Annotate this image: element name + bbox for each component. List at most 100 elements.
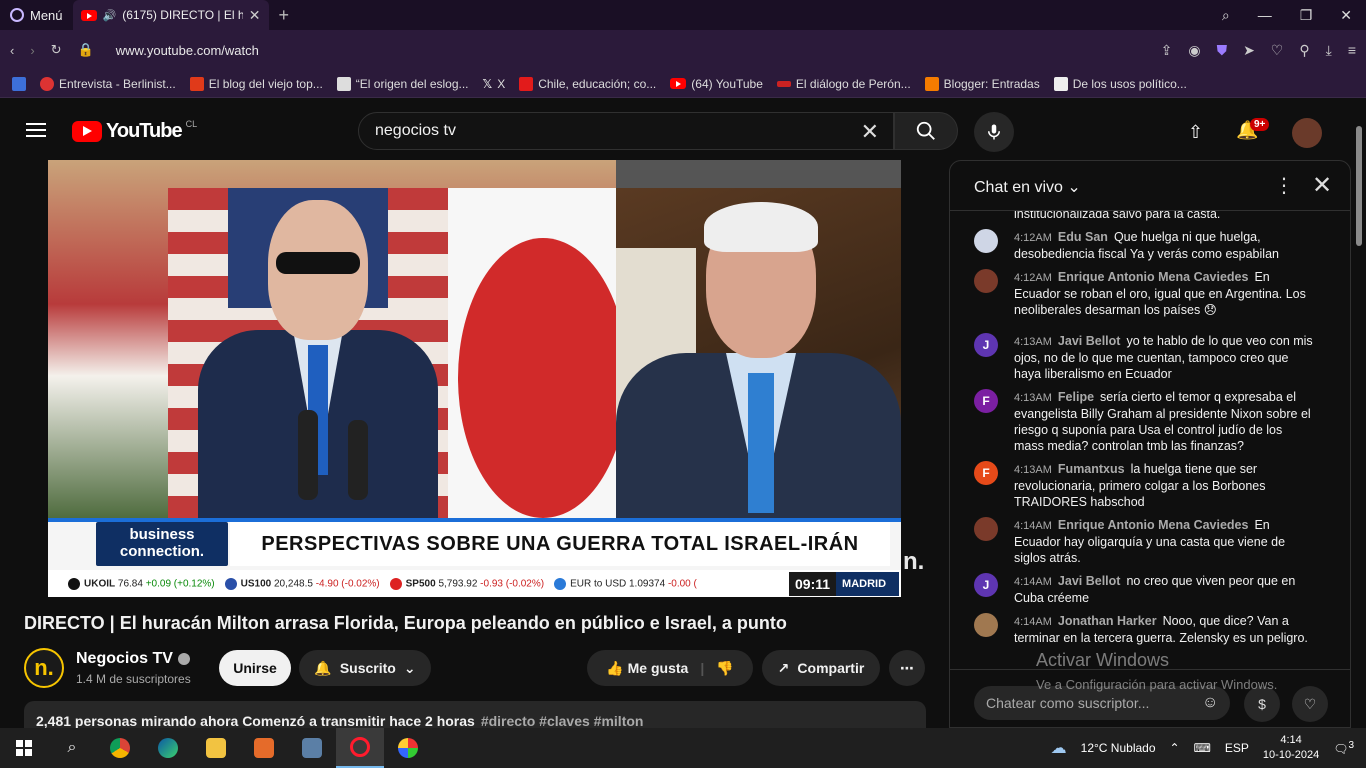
upload-icon[interactable]: ⇧ [1188,122,1203,143]
bookmark-label: “El origen del eslog... [355,76,469,91]
taskbar-clock[interactable]: 4:14 10-10-2024 [1263,733,1319,763]
bookmark-item[interactable]: (64) YouTube [670,77,763,91]
chat-avatar[interactable]: F [974,389,998,413]
channel-name[interactable]: Negocios TV [76,650,190,668]
chat-author[interactable]: Javi Bellot [1058,334,1121,348]
ticker-logo-icon [68,577,80,590]
chat-author[interactable]: Javi Bellot [1058,574,1121,588]
chat-avatar[interactable]: J [974,573,998,597]
search-input[interactable]: negocios tv ✕ [358,112,894,150]
download-icon[interactable]: ⤓ [1326,42,1332,59]
minimize-icon[interactable]: — [1258,7,1272,24]
chevron-up-icon[interactable]: ⌃ [1170,741,1180,755]
show-appreciation-button[interactable]: ♡ [1292,686,1328,722]
send-icon[interactable]: ➤ [1243,42,1255,59]
heart-icon[interactable]: ♡ [1271,42,1284,59]
opera-taskbar-icon[interactable] [336,728,384,768]
camera-icon[interactable]: ◉ [1188,42,1200,59]
edge-icon[interactable] [144,728,192,768]
forward-icon[interactable]: › [30,43,34,58]
youtube-favicon-icon [80,9,97,21]
taskbar-search-icon[interactable]: ⌕ [48,728,96,768]
chat-author[interactable]: Jonathan Harker [1058,614,1157,628]
hashtags[interactable]: #directo #claves #milton [481,713,644,729]
account-avatar[interactable] [1292,118,1322,148]
reload-icon[interactable]: ↻ [51,42,62,58]
chat-author[interactable]: Edu San [1058,230,1108,244]
thumbs-up-icon: 👍 [606,659,624,676]
like-button[interactable]: 👍 Me gusta [606,660,688,677]
keyboard-icon[interactable]: ⌨ [1194,741,1211,755]
bookmark-item[interactable]: Blogger: Entradas [924,76,1040,91]
join-button[interactable]: Unirse [219,650,291,686]
language-indicator[interactable]: ESP [1225,741,1249,755]
emoji-icon[interactable]: ☺ [1202,694,1218,712]
start-button[interactable] [0,728,48,768]
bookmark-label: Blogger: Entradas [943,76,1040,91]
chat-author[interactable]: Felipe [1058,390,1094,404]
close-chat-icon[interactable]: ✕ [1312,171,1332,200]
bookmark-folder-icon[interactable] [12,76,26,91]
chat-avatar[interactable] [974,269,998,293]
new-tab-icon[interactable]: + [279,5,290,26]
sunglasses-shape [276,252,360,274]
chevron-down-icon: ⌄ [403,659,416,676]
bookmark-item[interactable]: 𝕏X [483,77,506,91]
notifications-icon[interactable]: 🗨3 [1333,740,1354,756]
chat-message: 4:12AM Edu San Que huelga ni que huelga, d… [974,229,1314,262]
media-player-icon[interactable] [240,728,288,768]
clear-search-icon[interactable]: ✕ [861,119,879,145]
file-explorer-icon[interactable] [192,728,240,768]
paint-icon[interactable] [384,728,432,768]
youtube-logo[interactable]: YouTube CL [72,119,197,143]
bookmark-item[interactable]: El blog del viejo top... [189,76,323,91]
channel-avatar[interactable]: n. [24,648,64,688]
chat-avatar-letter: F [982,394,990,408]
easy-setup-icon[interactable]: ≡ [1348,42,1356,59]
bookmark-item[interactable]: Chile, educación; co... [519,76,656,91]
weather-text[interactable]: 12°C Nublado [1081,741,1156,755]
profile-icon[interactable]: ⚲ [1299,42,1309,59]
chat-message: 4:14AM Jonathan Harker Nooo, que dice? Van… [974,613,1314,646]
vpn-shield-icon[interactable]: ⛊ [1217,42,1228,59]
chat-author[interactable]: Enrique Antonio Mena Caviedes [1058,270,1249,284]
bookmark-label: El blog del viejo top... [208,76,323,91]
bookmark-item[interactable]: De los usos político... [1053,76,1187,91]
share-button[interactable]: ↗ Compartir [762,650,880,686]
page-scrollbar[interactable] [1356,126,1362,246]
hamburger-menu-icon[interactable] [26,123,46,137]
more-vertical-icon[interactable]: ⋮ [1274,173,1294,198]
thumbs-down-icon[interactable]: 👎 [716,660,733,677]
chat-author[interactable]: Fumantxus [1058,462,1125,476]
maximize-icon[interactable]: ❐ [1300,7,1313,24]
close-tab-icon[interactable]: ✕ [249,7,261,24]
bookmark-item[interactable]: “El origen del eslog... [336,76,469,91]
bookmark-item[interactable]: El diálogo de Perón... [776,77,911,91]
document-app-icon[interactable] [288,728,336,768]
search-button[interactable] [894,112,958,150]
search-tabs-icon[interactable]: ⌕ [1222,7,1230,24]
chat-avatar[interactable] [974,517,998,541]
close-window-icon[interactable]: ✕ [1340,7,1352,24]
more-actions-button[interactable]: ⋯ [889,650,925,686]
chat-message: F 4:13AM Felipe sería cierto el temor q ex… [974,389,1314,454]
url-field[interactable]: www.youtube.com/watch [116,43,259,58]
opera-menu-button[interactable]: Menú [0,0,73,30]
chrome-icon[interactable] [96,728,144,768]
chat-avatar[interactable] [974,613,998,637]
chat-avatar[interactable] [974,229,998,253]
chat-avatar[interactable]: F [974,461,998,485]
chat-author[interactable]: Enrique Antonio Mena Caviedes [1058,518,1249,532]
chat-avatar[interactable]: J [974,333,998,357]
chat-message: F 4:13AM Fumantxus la huelga tiene que ser… [974,461,1314,510]
ticker-change: +0.09 (+0.12%) [145,578,215,590]
chat-time: 4:13AM [1014,464,1052,476]
share-page-icon[interactable]: ⇪ [1161,42,1173,59]
bookmark-item[interactable]: Entrevista - Berlinist... [40,76,176,91]
chat-mode-dropdown[interactable]: Chat en vivo ⌄ [974,177,1081,197]
voice-search-button[interactable] [974,112,1014,152]
bookmark-label: (64) YouTube [691,76,763,91]
browser-tab-youtube[interactable]: 🔊 (6175) DIRECTO | El hur ✕ [72,0,269,30]
back-icon[interactable]: ‹ [10,43,14,58]
subscribed-button[interactable]: 🔔 Suscrito ⌄ [299,650,431,686]
